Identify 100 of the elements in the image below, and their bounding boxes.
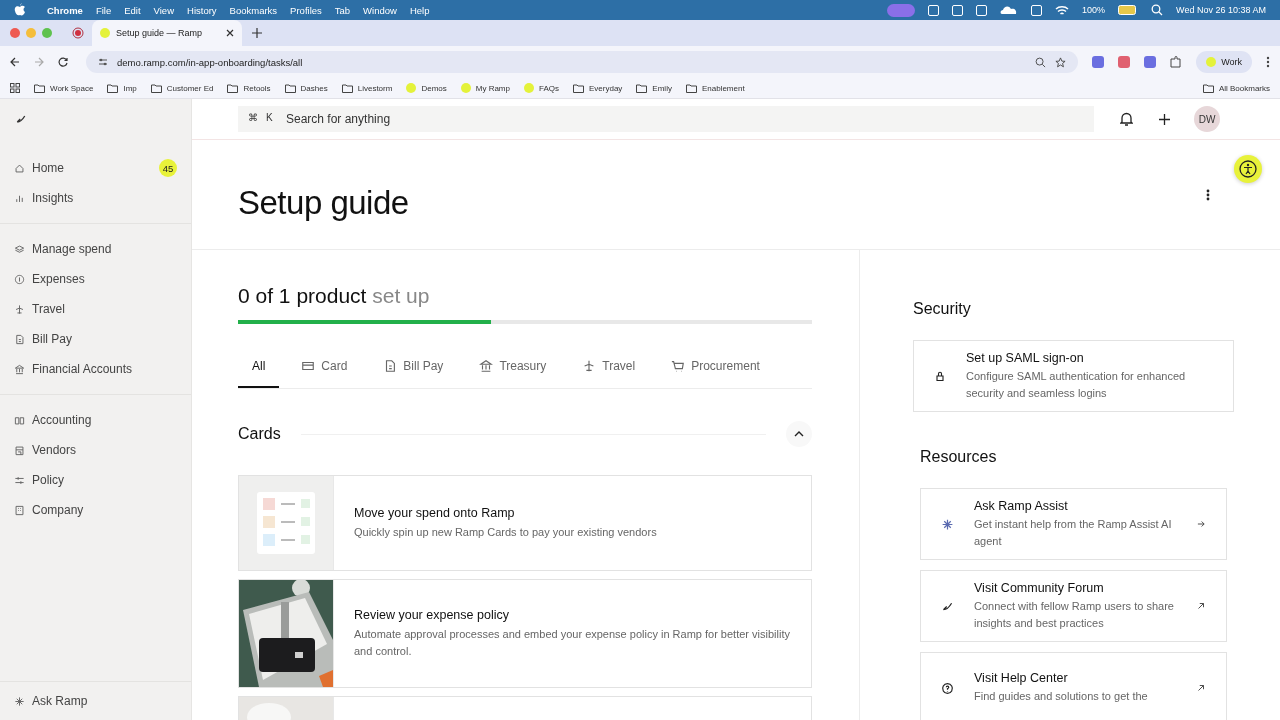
bookmark[interactable]: Work Space bbox=[50, 83, 94, 93]
resource-card[interactable]: Visit Community Forum Connect with fellow Ramp users to share insights and best practices bbox=[920, 570, 1227, 642]
app-icon[interactable] bbox=[976, 4, 988, 16]
filter-tab[interactable]: Bill Pay bbox=[369, 346, 458, 388]
favicon-icon bbox=[100, 28, 110, 38]
bookmark[interactable]: Dashes bbox=[300, 83, 328, 93]
zoom-icon[interactable] bbox=[1035, 56, 1047, 68]
apps-icon[interactable] bbox=[10, 83, 20, 93]
app-icon[interactable] bbox=[1031, 4, 1043, 16]
sidebar-item[interactable]: Travel bbox=[0, 294, 191, 324]
close-window-button[interactable] bbox=[10, 28, 20, 38]
menu-item[interactable]: View bbox=[153, 4, 174, 16]
sparkle-icon bbox=[941, 517, 954, 531]
sidebar-item[interactable]: Home 45 bbox=[0, 153, 191, 183]
new-tab-icon[interactable] bbox=[252, 28, 262, 38]
task-card[interactable]: Review your expense policy Automate approval processes and embed your expense policy in Ramp for better visibility and control. bbox=[238, 579, 812, 688]
card-description: Configure SAML authentication for enhanced security and seamless logins bbox=[966, 369, 1187, 401]
resource-card[interactable]: Visit Help Center Find guides and solutions to get the bbox=[920, 652, 1227, 720]
folder-icon bbox=[1202, 83, 1214, 93]
app-icon[interactable] bbox=[952, 4, 964, 16]
search-icon[interactable] bbox=[1151, 4, 1164, 16]
collapse-button[interactable] bbox=[786, 421, 812, 447]
folder-icon bbox=[150, 83, 162, 93]
bookmark[interactable]: My Ramp bbox=[475, 83, 510, 93]
extension-icon[interactable] bbox=[1118, 56, 1131, 68]
filter-tab[interactable]: Card bbox=[287, 346, 362, 388]
shortcut-key: ⌘ bbox=[248, 112, 258, 123]
record-icon[interactable] bbox=[72, 27, 84, 39]
menu-item[interactable]: Profiles bbox=[290, 4, 322, 16]
menu-item[interactable]: Tab bbox=[334, 4, 351, 16]
reload-icon[interactable] bbox=[58, 57, 68, 67]
ask-ramp-button[interactable]: Ask Ramp bbox=[0, 681, 191, 720]
battery-icon[interactable] bbox=[1118, 5, 1139, 15]
menu-app-name[interactable]: Chrome bbox=[47, 4, 83, 16]
more-icon[interactable] bbox=[1266, 56, 1270, 68]
bell-icon[interactable] bbox=[1120, 112, 1133, 126]
folder-icon bbox=[341, 83, 353, 93]
bookmark[interactable]: Customer Ed bbox=[166, 83, 214, 93]
address-bar[interactable]: demo.ramp.com/in-app-onboarding/tasks/all bbox=[117, 56, 303, 68]
sidebar-item[interactable]: Accounting bbox=[0, 405, 191, 435]
avatar[interactable]: DW bbox=[1194, 106, 1220, 132]
task-description: Quickly spin up new Ramp Cards to pay your existing vendors bbox=[354, 524, 657, 540]
sidebar-item[interactable]: Bill Pay bbox=[0, 324, 191, 354]
filter-tab[interactable]: Procurement bbox=[657, 346, 774, 388]
accessibility-button[interactable] bbox=[1234, 155, 1262, 183]
bookmark[interactable]: Livestorm bbox=[357, 83, 393, 93]
folder-icon bbox=[573, 83, 584, 93]
star-icon[interactable] bbox=[1055, 56, 1067, 68]
task-card[interactable]: Move your spend onto Ramp Quickly spin up new Ramp Cards to pay your existing vendors bbox=[238, 475, 812, 571]
filter-tab[interactable]: Travel bbox=[568, 346, 650, 388]
profile-button[interactable]: Work bbox=[1196, 51, 1252, 73]
menu-item[interactable]: File bbox=[95, 4, 112, 16]
bookmark[interactable]: Enablement bbox=[701, 83, 745, 93]
extension-icon[interactable] bbox=[1144, 56, 1157, 68]
resource-card[interactable]: Ask Ramp Assist Get instant help from the Ramp Assist AI agent bbox=[920, 488, 1227, 560]
filter-tab[interactable]: Treasury bbox=[465, 346, 561, 388]
chevron-icon bbox=[794, 431, 804, 437]
security-card[interactable]: Set up SAML sign-on Configure SAML authentication for enhanced security and seamless logins bbox=[913, 340, 1234, 412]
layers-icon bbox=[14, 243, 25, 255]
back-icon[interactable] bbox=[10, 57, 20, 67]
folder-icon bbox=[284, 83, 296, 93]
section-title: Cards bbox=[238, 425, 281, 443]
sidebar-item[interactable]: Expenses bbox=[0, 264, 191, 294]
bookmark[interactable]: Emily bbox=[652, 83, 672, 93]
menu-item[interactable]: Edit bbox=[124, 4, 141, 16]
more-icon[interactable] bbox=[1206, 188, 1210, 201]
menu-item[interactable]: Help bbox=[409, 4, 430, 16]
count-badge: 45 bbox=[159, 159, 177, 177]
shortcut-key: K bbox=[266, 112, 273, 123]
menu-item[interactable]: Bookmarks bbox=[229, 4, 278, 16]
sidebar-item[interactable]: Manage spend bbox=[0, 234, 191, 264]
bookmark[interactable]: Imp bbox=[123, 83, 137, 93]
sidebar-item[interactable]: Policy bbox=[0, 465, 191, 495]
apple-icon[interactable] bbox=[14, 3, 26, 17]
site-settings-icon[interactable] bbox=[98, 57, 108, 67]
menu-item[interactable]: Window bbox=[363, 4, 397, 16]
bookmark[interactable]: FAQs bbox=[539, 83, 559, 93]
sidebar-item[interactable]: Vendors bbox=[0, 435, 191, 465]
sidebar-item[interactable]: Company bbox=[0, 495, 191, 525]
bookmark[interactable]: Everyday bbox=[589, 83, 623, 93]
plus-icon[interactable] bbox=[1159, 113, 1170, 125]
bookmark[interactable]: Demos bbox=[421, 83, 447, 93]
ramp-logo-icon[interactable] bbox=[14, 113, 28, 125]
wifi-icon[interactable] bbox=[1055, 4, 1070, 16]
menu-item[interactable]: History bbox=[187, 4, 217, 16]
all-bookmarks-button[interactable]: All Bookmarks bbox=[1218, 83, 1270, 93]
sidebar-item[interactable]: Financial Accounts bbox=[0, 354, 191, 384]
clock[interactable]: Wed Nov 26 10:38 AM bbox=[1176, 5, 1266, 15]
app-icon[interactable] bbox=[928, 4, 940, 16]
extension-icon[interactable] bbox=[1092, 56, 1105, 68]
filter-tab[interactable]: All bbox=[238, 346, 280, 388]
sidebar-item[interactable]: Insights bbox=[0, 183, 191, 213]
task-title: Move your spend onto Ramp bbox=[354, 505, 516, 520]
favicon-icon bbox=[524, 83, 534, 93]
browser-tab[interactable]: Setup guide — Ramp bbox=[92, 20, 242, 46]
store-icon bbox=[14, 444, 25, 456]
puzzle-icon[interactable] bbox=[1170, 56, 1183, 68]
bookmark[interactable]: Retools bbox=[243, 83, 271, 93]
cloud-icon[interactable] bbox=[1000, 5, 1019, 15]
close-icon[interactable] bbox=[226, 29, 234, 37]
